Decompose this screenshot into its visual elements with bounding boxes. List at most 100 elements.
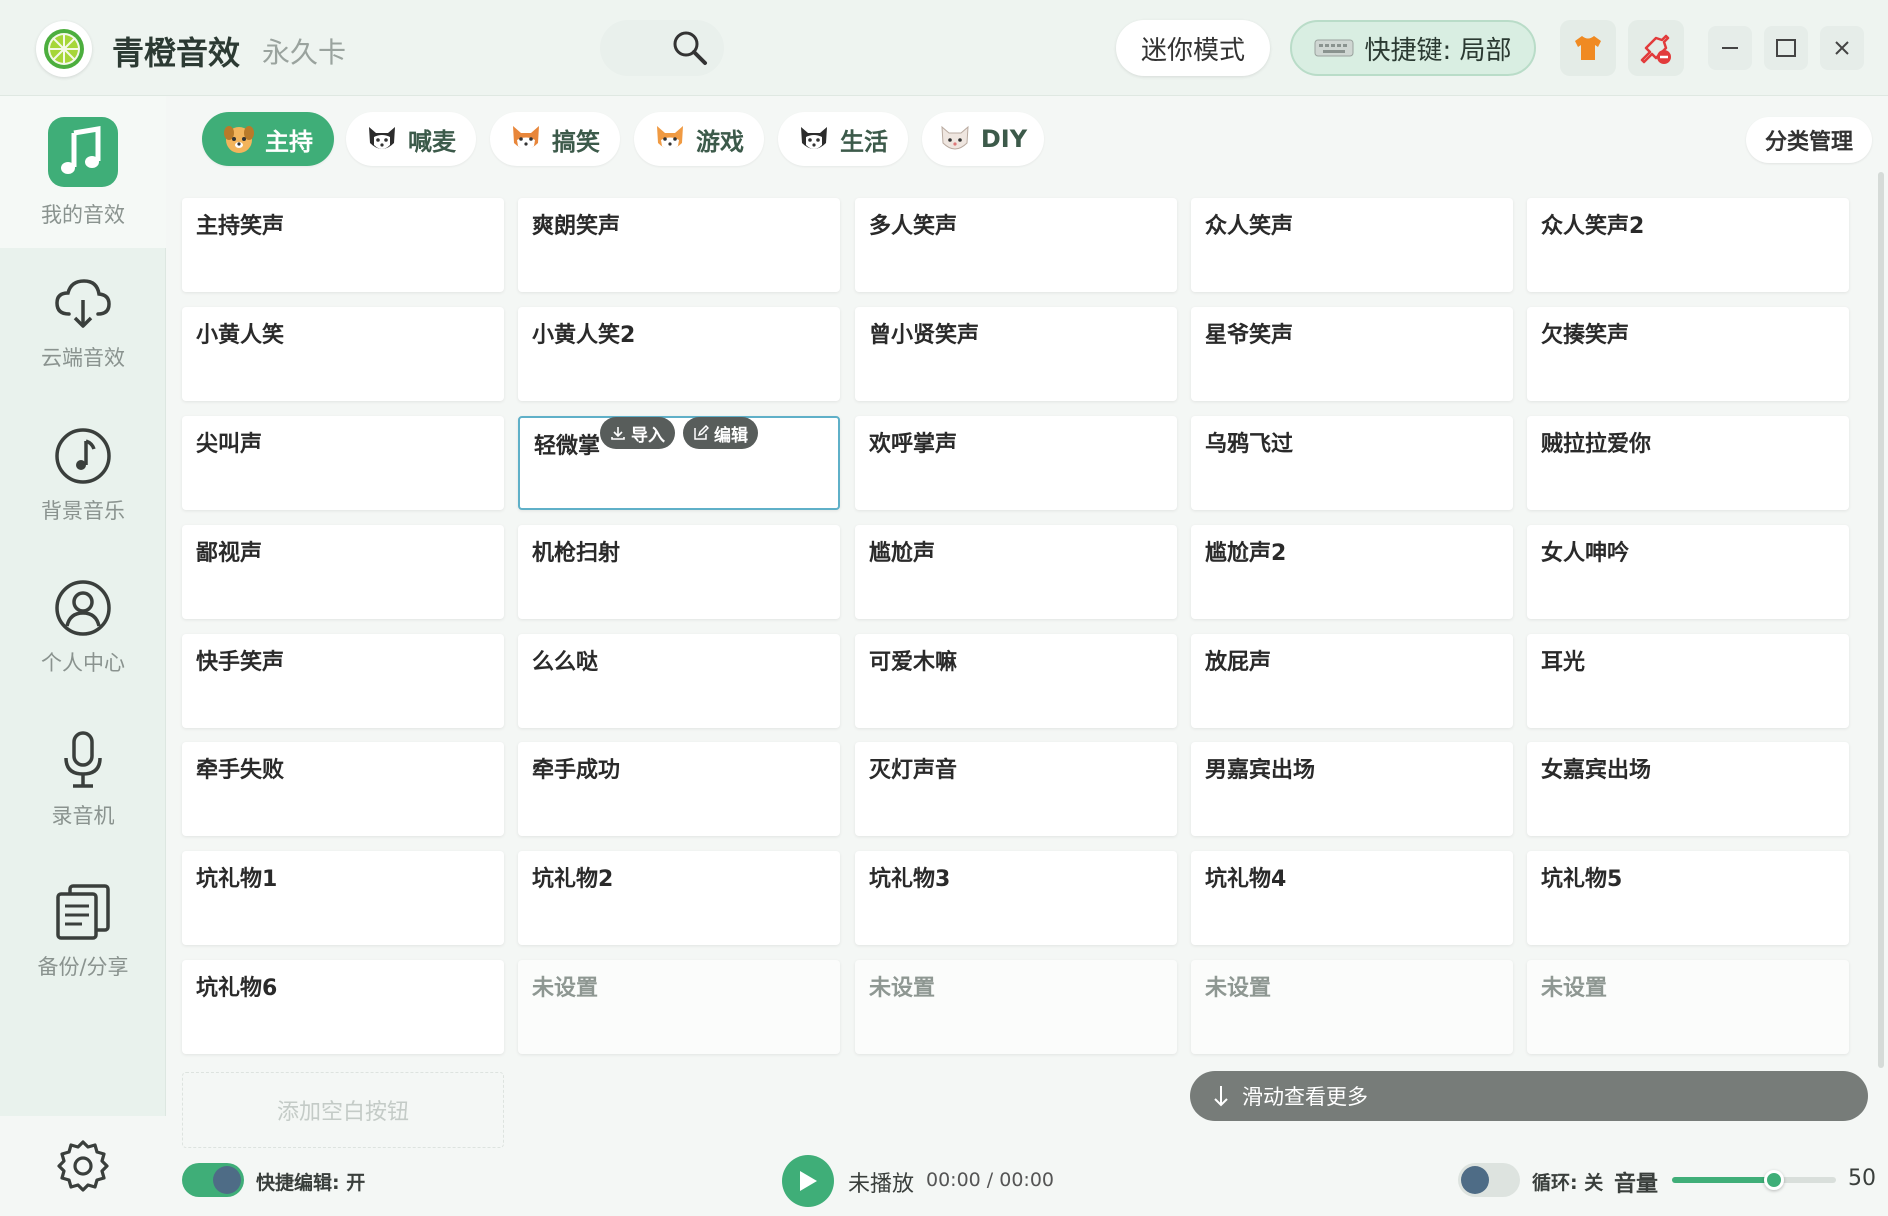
sidebar-item-my-sounds[interactable]: 我的音效 xyxy=(0,96,166,248)
sound-card-label: 轻微掌 xyxy=(534,434,601,459)
sound-card[interactable]: 曾小贤笑声 xyxy=(855,307,1177,401)
sound-card[interactable]: 坑礼物4 xyxy=(1191,851,1513,945)
sound-card[interactable]: 坑礼物6 xyxy=(182,960,504,1054)
sound-card[interactable]: 众人笑声2 xyxy=(1527,198,1849,292)
tab-host[interactable]: 主持 xyxy=(202,112,334,166)
sound-card[interactable]: 牵手失败 xyxy=(182,742,504,836)
sound-card-label: 未设置 xyxy=(1205,976,1272,1001)
sound-card-label: 坑礼物3 xyxy=(869,867,951,892)
settings-button[interactable] xyxy=(0,1116,166,1216)
sidebar-item-backup[interactable]: 备份/分享 xyxy=(0,856,166,1008)
sound-card[interactable]: 尴尬声 xyxy=(855,525,1177,619)
sound-card[interactable]: 爽朗笑声 xyxy=(518,198,840,292)
play-button[interactable] xyxy=(782,1155,834,1207)
sound-card[interactable]: 耳光 xyxy=(1527,634,1849,728)
sound-card[interactable]: 主持笑声 xyxy=(182,198,504,292)
import-label: 导入 xyxy=(631,425,665,446)
gear-icon xyxy=(57,1140,109,1192)
edit-icon xyxy=(694,425,709,440)
sound-card[interactable]: 星爷笑声 xyxy=(1191,307,1513,401)
sidebar-item-label: 背景音乐 xyxy=(41,499,125,523)
scrollbar[interactable] xyxy=(1878,172,1884,1068)
sound-card[interactable]: 欠揍笑声 xyxy=(1527,307,1849,401)
sound-card[interactable]: 灭灯声音 xyxy=(855,742,1177,836)
maximize-button[interactable] xyxy=(1764,26,1808,70)
sound-card[interactable]: 坑礼物3 xyxy=(855,851,1177,945)
sound-card[interactable]: 女嘉宾出场 xyxy=(1527,742,1849,836)
sound-card[interactable]: 未设置 xyxy=(1191,960,1513,1054)
sound-card[interactable]: 坑礼物2 xyxy=(518,851,840,945)
sound-card[interactable]: 快手笑声 xyxy=(182,634,504,728)
tab-game[interactable]: 游戏 xyxy=(634,112,764,166)
app-title: 青橙音效 xyxy=(112,34,241,72)
sound-card[interactable]: 多人笑声 xyxy=(855,198,1177,292)
loop-toggle[interactable] xyxy=(1458,1163,1520,1197)
tab-shout[interactable]: 喊麦 xyxy=(346,112,476,166)
sound-card[interactable]: 尖叫声 xyxy=(182,416,504,510)
sound-card-label: 尖叫声 xyxy=(196,432,263,457)
microphone-icon xyxy=(64,731,102,788)
sound-card[interactable]: 小黄人笑2 xyxy=(518,307,840,401)
sound-card[interactable]: 小黄人笑 xyxy=(182,307,504,401)
sound-card-label: 快手笑声 xyxy=(196,650,285,675)
import-button[interactable]: 导入 xyxy=(600,417,675,449)
sound-card-label: 牵手失败 xyxy=(196,758,285,783)
sidebar-item-label: 云端音效 xyxy=(41,346,125,370)
sound-card[interactable]: 机枪扫射 xyxy=(518,525,840,619)
pin-button[interactable] xyxy=(1628,20,1684,76)
minimize-button[interactable] xyxy=(1708,26,1752,70)
edit-button[interactable]: 编辑 xyxy=(683,417,758,449)
skin-button[interactable] xyxy=(1560,20,1616,76)
user-icon xyxy=(55,580,111,636)
sidebar-item-profile[interactable]: 个人中心 xyxy=(0,552,166,704)
sound-card[interactable]: 未设置 xyxy=(855,960,1177,1054)
sound-card[interactable]: 放屁声 xyxy=(1191,634,1513,728)
sound-card[interactable]: 贼拉拉爱你 xyxy=(1527,416,1849,510)
sound-card[interactable]: 欢呼掌声 xyxy=(855,416,1177,510)
sound-card[interactable]: 未设置 xyxy=(1527,960,1849,1054)
sound-card[interactable]: 么么哒 xyxy=(518,634,840,728)
sidebar-item-label: 录音机 xyxy=(51,804,115,828)
sound-card-label: 乌鸦飞过 xyxy=(1205,432,1294,457)
sound-card-label: 坑礼物5 xyxy=(1541,867,1623,892)
sound-card[interactable]: 女人呻吟 xyxy=(1527,525,1849,619)
minimize-icon xyxy=(1722,47,1738,49)
sound-card[interactable]: 众人笑声 xyxy=(1191,198,1513,292)
sound-card[interactable]: 坑礼物5 xyxy=(1527,851,1849,945)
hotkey-button[interactable]: 快捷键: 局部 xyxy=(1290,20,1536,76)
sound-card-label: 坑礼物4 xyxy=(1205,867,1287,892)
tab-label: DIY xyxy=(980,125,1028,153)
quick-edit-label: 快捷编辑: 开 xyxy=(256,1172,366,1194)
add-blank-button[interactable]: 添加空白按钮 xyxy=(182,1072,504,1148)
sound-card-label: 牵手成功 xyxy=(532,758,621,783)
sidebar-item-recorder[interactable]: 录音机 xyxy=(0,704,166,856)
sound-card[interactable]: 男嘉宾出场 xyxy=(1191,742,1513,836)
volume-knob[interactable] xyxy=(1763,1170,1784,1190)
sound-card[interactable]: 轻微掌 导入 编辑 xyxy=(518,416,840,510)
volume-slider[interactable] xyxy=(1672,1170,1836,1190)
sound-card-label: 机枪扫射 xyxy=(532,541,621,566)
sound-card[interactable]: 尴尬声2 xyxy=(1191,525,1513,619)
sound-card[interactable]: 牵手成功 xyxy=(518,742,840,836)
quick-edit-toggle[interactable] xyxy=(182,1163,244,1197)
sound-card[interactable]: 可爱木嘛 xyxy=(855,634,1177,728)
sidebar-item-cloud-sounds[interactable]: 云端音效 xyxy=(0,248,166,400)
tab-diy[interactable]: DIY xyxy=(922,112,1044,166)
sound-card[interactable]: 鄙视声 xyxy=(182,525,504,619)
sound-card-label: 可爱木嘛 xyxy=(869,650,958,675)
license-label: 永久卡 xyxy=(262,36,347,69)
sound-card[interactable]: 未设置 xyxy=(518,960,840,1054)
sound-card[interactable]: 乌鸦飞过 xyxy=(1191,416,1513,510)
sound-card-label: 耳光 xyxy=(1541,650,1586,675)
close-button[interactable] xyxy=(1820,26,1864,70)
tab-life[interactable]: 生活 xyxy=(778,112,908,166)
category-manage-button[interactable]: 分类管理 xyxy=(1746,117,1872,163)
sound-card[interactable]: 坑礼物1 xyxy=(182,851,504,945)
search-button[interactable] xyxy=(600,20,724,76)
scroll-more-hint[interactable]: 滑动查看更多 xyxy=(1190,1071,1868,1121)
mini-mode-button[interactable]: 迷你模式 xyxy=(1116,20,1270,76)
tab-funny[interactable]: 搞笑 xyxy=(490,112,620,166)
play-status: 未播放 xyxy=(848,1172,915,1197)
sidebar-item-bgm[interactable]: 背景音乐 xyxy=(0,400,166,552)
edit-label: 编辑 xyxy=(714,425,748,446)
